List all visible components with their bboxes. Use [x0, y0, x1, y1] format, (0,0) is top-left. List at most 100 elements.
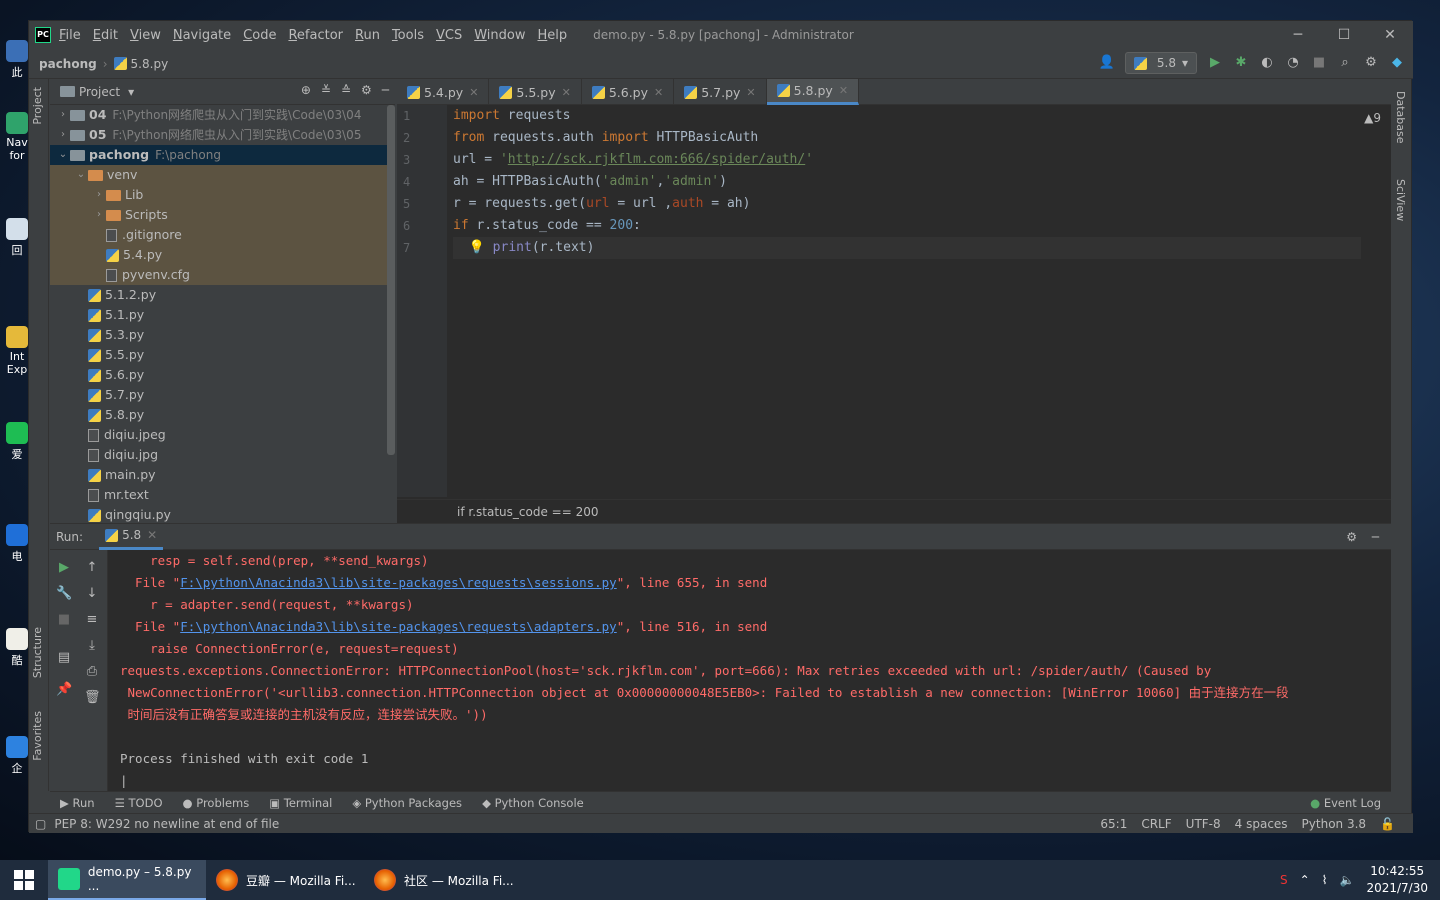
hide-icon[interactable]: ─ [1372, 530, 1379, 544]
tree-item[interactable]: mr.text [50, 485, 395, 505]
file-encoding[interactable]: UTF-8 [1186, 817, 1221, 831]
arrow-up-icon[interactable]: ↑ [84, 560, 100, 576]
menu-item[interactable]: Tools [392, 28, 424, 43]
tree-item[interactable]: ⌄ pachong F:\pachong [50, 145, 395, 165]
desktop-icon[interactable]: Nav for [4, 112, 30, 162]
tool-tab-problems[interactable]: ● Problems [183, 796, 250, 810]
run-tab[interactable]: 5.8 ✕ [99, 524, 164, 550]
tree-item[interactable]: pyvenv.cfg [50, 265, 395, 285]
taskbar-item-firefox-community[interactable]: 社区 — Mozilla Fi... [364, 860, 522, 900]
profile-icon[interactable]: ◔ [1285, 55, 1301, 71]
console-output[interactable]: resp = self.send(prep, **send_kwargs) Fi… [120, 550, 1381, 792]
collapse-all-icon[interactable]: ≙ [341, 83, 351, 97]
editor-breadcrumb[interactable]: if r.status_code == 200 [397, 499, 1391, 523]
tree-item[interactable]: diqiu.jpeg [50, 425, 395, 445]
desktop-icon[interactable]: 电 [4, 524, 30, 564]
status-square-icon[interactable]: ▢ [35, 817, 46, 831]
ime-icon[interactable]: S [1280, 873, 1288, 887]
arrow-down-icon[interactable]: ↓ [84, 586, 100, 602]
console-file-link[interactable]: F:\python\Anacinda3\lib\site-packages\re… [180, 575, 617, 590]
menu-item[interactable]: File [59, 28, 81, 43]
tool-tab-run[interactable]: ▶ Run [60, 796, 95, 810]
soft-wrap-icon[interactable]: ≡ [84, 612, 100, 628]
menu-item[interactable]: View [130, 28, 161, 43]
close-icon[interactable]: ✕ [1367, 21, 1413, 49]
wifi-icon[interactable]: ⌇ [1322, 873, 1328, 887]
rerun-icon[interactable]: ▶ [56, 560, 72, 576]
chevron-up-icon[interactable]: ⌃ [1300, 873, 1310, 887]
tree-item[interactable]: › Scripts [50, 205, 395, 225]
event-log-button[interactable]: ● Event Log [1310, 796, 1381, 810]
speaker-icon[interactable]: 🔈 [1340, 873, 1355, 887]
plugin-icon[interactable]: ◆ [1389, 55, 1405, 71]
tree-item[interactable]: › Lib [50, 185, 395, 205]
taskbar-item-firefox-douban[interactable]: 豆瓣 — Mozilla Fi... [206, 860, 364, 900]
layout-icon[interactable]: ▤ [56, 650, 72, 666]
tree-item[interactable]: main.py [50, 465, 395, 485]
tree-item[interactable]: › 05 F:\Python网络爬虫从入门到实践\Code\03\05 [50, 125, 395, 145]
tree-item[interactable]: 5.3.py [50, 325, 395, 345]
pin-icon[interactable]: 📌 [56, 682, 72, 698]
menu-item[interactable]: Refactor [288, 28, 343, 43]
line-separator[interactable]: CRLF [1141, 817, 1171, 831]
tool-tab-todo[interactable]: ☰ TODO [115, 796, 163, 810]
tree-item[interactable]: qingqiu.py [50, 505, 395, 523]
tool-tab-terminal[interactable]: ▣ Terminal [269, 796, 332, 810]
minimize-icon[interactable]: ─ [1275, 21, 1321, 49]
tree-item[interactable]: 5.6.py [50, 365, 395, 385]
tree-item[interactable]: .gitignore [50, 225, 395, 245]
tool-tab-python-console[interactable]: ◆ Python Console [482, 796, 584, 810]
tree-item[interactable]: 5.1.2.py [50, 285, 395, 305]
run-configuration-select[interactable]: 5.8 ▾ [1124, 52, 1197, 74]
caret-position[interactable]: 65:1 [1100, 817, 1127, 831]
expand-all-icon[interactable]: ≚ [321, 83, 331, 97]
print-icon[interactable]: ⎙ [84, 664, 100, 680]
desktop-icon[interactable]: Int Exp [4, 326, 30, 376]
python-interpreter[interactable]: Python 3.8 [1302, 817, 1367, 831]
close-icon[interactable]: ✕ [147, 528, 157, 542]
menu-item[interactable]: Navigate [173, 28, 231, 43]
tool-tab-python-packages[interactable]: ◈ Python Packages [352, 796, 462, 810]
menu-item[interactable]: Code [243, 28, 276, 43]
editor-tab[interactable]: 5.8.py ✕ [766, 79, 860, 105]
tool-tab-favorites[interactable]: Favorites [31, 711, 44, 761]
coverage-icon[interactable]: ◐ [1259, 55, 1275, 71]
clock[interactable]: 10:42:55 2021/7/30 [1366, 863, 1428, 897]
close-icon[interactable]: ✕ [654, 86, 663, 99]
desktop-icon[interactable]: 回 [4, 218, 30, 258]
tree-item[interactable]: › 04 F:\Python网络爬虫从入门到实践\Code\03\04 [50, 105, 395, 125]
close-icon[interactable]: ✕ [746, 86, 755, 99]
menu-item[interactable]: Edit [93, 28, 118, 43]
hide-icon[interactable]: ─ [382, 83, 389, 97]
start-button[interactable] [0, 860, 48, 900]
editor-tab[interactable]: 5.7.py ✕ [674, 79, 767, 105]
project-view-select[interactable]: Project [79, 85, 120, 99]
run-icon[interactable]: ▶ [1207, 55, 1223, 71]
console-file-link[interactable]: F:\python\Anacinda3\lib\site-packages\re… [180, 619, 617, 634]
menu-item[interactable]: Window [474, 28, 525, 43]
close-icon[interactable]: ✕ [469, 86, 478, 99]
locate-icon[interactable]: ⊕ [301, 83, 311, 97]
desktop-icon[interactable]: 企 [4, 736, 30, 776]
tree-item[interactable]: 5.1.py [50, 305, 395, 325]
gear-icon[interactable]: ⚙ [361, 83, 372, 97]
status-message[interactable]: PEP 8: W292 no newline at end of file [54, 817, 279, 831]
stop-icon[interactable]: ■ [1311, 55, 1327, 71]
stop-icon[interactable]: ■ [56, 612, 72, 628]
lock-icon[interactable]: 🔓 [1380, 817, 1395, 831]
debug-icon[interactable]: ✱ [1233, 55, 1249, 71]
search-icon[interactable]: ⌕ [1337, 55, 1353, 71]
wrench-icon[interactable]: 🔧 [56, 586, 72, 602]
breadcrumb-file[interactable]: 5.8.py [131, 57, 169, 71]
tree-item[interactable]: 5.5.py [50, 345, 395, 365]
tool-tab-project[interactable]: Project [31, 87, 44, 125]
desktop-icon[interactable]: 爱 [4, 422, 30, 462]
warning-indicator[interactable]: ▲9 [1364, 111, 1381, 125]
close-icon[interactable]: ✕ [562, 86, 571, 99]
trash-icon[interactable]: 🗑 [84, 690, 101, 706]
close-icon[interactable]: ✕ [839, 84, 848, 97]
maximize-icon[interactable]: ☐ [1321, 21, 1367, 49]
desktop-icon[interactable]: 酷 [4, 628, 30, 668]
project-scrollbar[interactable] [387, 105, 395, 455]
scroll-to-end-icon[interactable]: ⤓ [84, 638, 100, 654]
